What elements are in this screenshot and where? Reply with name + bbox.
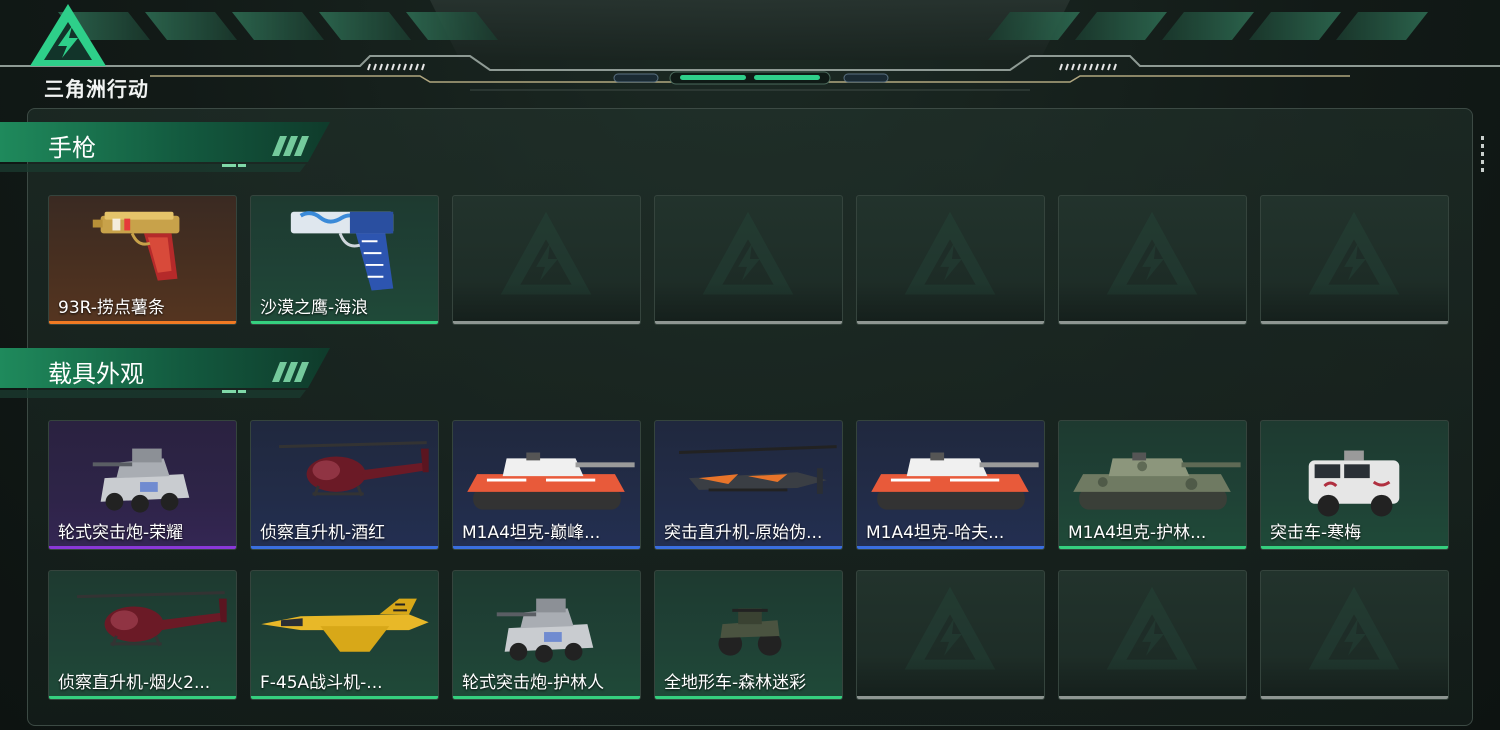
item-name: 全地形车-森林迷彩 (664, 673, 807, 693)
item-name: M1A4坦克-哈夫... (866, 523, 1005, 543)
rarity-bar (453, 321, 640, 324)
rarity-bar (1261, 321, 1448, 324)
empty-item-slot (1260, 570, 1449, 700)
slot-shade (655, 281, 842, 321)
rarity-bar (251, 546, 438, 549)
header-frame (0, 0, 1500, 91)
slot-shade (1261, 656, 1448, 696)
item-name: 沙漠之鹰-海浪 (260, 298, 369, 318)
rarity-bar (1059, 321, 1246, 324)
item-card[interactable]: F-45A战斗机-... (250, 570, 439, 700)
slot-shade (1059, 281, 1246, 321)
rarity-bar (655, 696, 842, 699)
item-card[interactable]: 93R-捞点薯条 (48, 195, 237, 325)
item-card[interactable]: 轮式突击炮-荣耀 (48, 420, 237, 550)
section-header-vehicle-skins: 载具外观 (0, 346, 340, 402)
item-card[interactable]: 突击车-寒梅 (1260, 420, 1449, 550)
slot-shade (1261, 281, 1448, 321)
rarity-bar (453, 696, 640, 699)
rarity-bar (857, 321, 1044, 324)
empty-item-slot (1058, 195, 1247, 325)
item-name: 侦察直升机-烟火2... (58, 673, 211, 693)
item-name: 突击车-寒梅 (1270, 523, 1362, 543)
rarity-bar (1059, 696, 1246, 699)
slot-shade (857, 656, 1044, 696)
top-header: 三角洲行动 (0, 0, 1500, 101)
item-card[interactable]: 沙漠之鹰-海浪 (250, 195, 439, 325)
item-card[interactable]: 突击直升机-原始伪... (654, 420, 843, 550)
item-card[interactable]: 轮式突击炮-护林人 (452, 570, 641, 700)
rarity-bar (251, 696, 438, 699)
item-name: 93R-捞点薯条 (58, 298, 165, 318)
item-name: 轮式突击炮-护林人 (462, 673, 605, 693)
item-card[interactable]: 侦察直升机-烟火2... (48, 570, 237, 700)
rarity-bar (453, 546, 640, 549)
rarity-bar (655, 546, 842, 549)
rarity-bar (1261, 696, 1448, 699)
item-name: M1A4坦克-巅峰... (462, 523, 601, 543)
rarity-bar (857, 696, 1044, 699)
rarity-bar (251, 321, 438, 324)
slot-shade (1059, 656, 1246, 696)
rarity-bar (1059, 546, 1246, 549)
item-name: 轮式突击炮-荣耀 (58, 523, 184, 543)
slot-shade (453, 281, 640, 321)
item-name: 突击直升机-原始伪... (664, 523, 823, 543)
section-title: 手枪 (48, 134, 96, 162)
rarity-bar (49, 696, 236, 699)
item-name: F-45A战斗机-... (260, 673, 383, 693)
item-name: M1A4坦克-护林... (1068, 523, 1207, 543)
item-card[interactable]: 全地形车-森林迷彩 (654, 570, 843, 700)
slot-shade (857, 281, 1044, 321)
section-header-pistols: 手枪 (0, 120, 340, 176)
rarity-bar (1261, 546, 1448, 549)
item-card[interactable]: M1A4坦克-哈夫... (856, 420, 1045, 550)
item-name: 侦察直升机-酒红 (260, 523, 386, 543)
item-card[interactable]: M1A4坦克-护林... (1058, 420, 1247, 550)
empty-item-slot (856, 195, 1045, 325)
rarity-bar (655, 321, 842, 324)
empty-item-slot (1260, 195, 1449, 325)
scroll-indicator[interactable] (1480, 136, 1486, 180)
empty-item-slot (654, 195, 843, 325)
rarity-bar (49, 321, 236, 324)
item-card[interactable]: M1A4坦克-巅峰... (452, 420, 641, 550)
item-card[interactable]: 侦察直升机-酒红 (250, 420, 439, 550)
game-title-logo-text: 三角洲行动 (44, 77, 149, 101)
empty-item-slot (1058, 570, 1247, 700)
rarity-bar (857, 546, 1044, 549)
empty-item-slot (452, 195, 641, 325)
rarity-bar (49, 546, 236, 549)
section-title: 载具外观 (48, 360, 144, 388)
empty-item-slot (856, 570, 1045, 700)
